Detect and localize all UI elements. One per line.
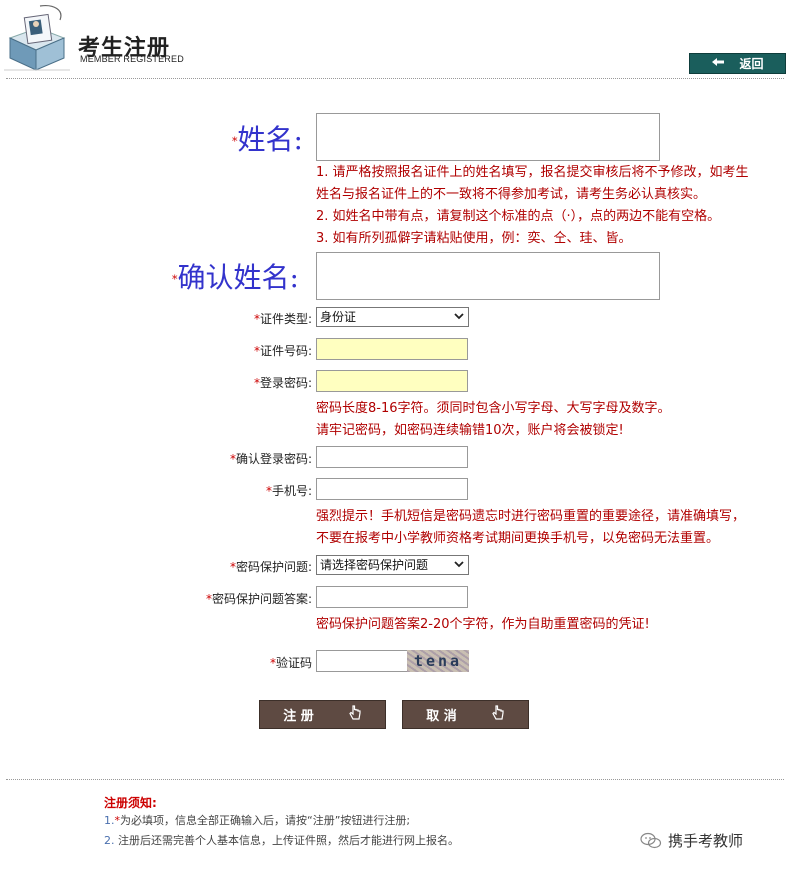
security-answer-label: *密码保护问题答案:: [205, 592, 312, 606]
id-number-label: *证件号码:: [253, 344, 312, 358]
pointer-hand-icon: [491, 704, 505, 725]
name-notes: 1. 请严格按照报名证件上的姓名填写，报名提交审核后将不予修改，如考生 姓名与报…: [316, 165, 749, 246]
security-answer-note: 密码保护问题答案2-20个字符，作为自助重置密码的凭证!: [316, 617, 650, 632]
confirm-name-label: *确认姓名:: [172, 261, 299, 294]
watermark: 携手考教师: [640, 830, 743, 851]
pointer-hand-icon: [348, 704, 362, 725]
phone-input[interactable]: [316, 478, 468, 500]
name-input[interactable]: [316, 113, 660, 161]
captcha-input[interactable]: [316, 650, 408, 672]
id-type-select[interactable]: 身份证: [316, 307, 469, 327]
confirm-password-label: *确认登录密码:: [229, 452, 312, 466]
register-button[interactable]: 注 册: [259, 700, 386, 729]
security-question-select[interactable]: 请选择密码保护问题: [316, 555, 469, 575]
id-number-input[interactable]: [316, 338, 468, 360]
cancel-button[interactable]: 取 消: [402, 700, 529, 729]
captcha-image[interactable]: tena: [407, 650, 469, 672]
footer-line-1: 1.*为必填项，信息全部正确输入后，请按“注册”按钮进行注册;: [104, 814, 411, 827]
password-input[interactable]: [316, 370, 468, 392]
footer-line-2: 2. 注册后还需完善个人基本信息，上传证件照，然后才能进行网上报名。: [104, 834, 459, 847]
wechat-icon: [640, 832, 662, 850]
phone-label: *手机号:: [265, 484, 312, 498]
id-type-label: *证件类型:: [253, 312, 312, 326]
phone-notes: 强烈提示！手机短信是密码遗忘时进行密码重置的重要途径，请准确填写， 不要在报考中…: [316, 509, 746, 546]
captcha-label: *验证码: [269, 656, 312, 670]
back-arrow-icon: [711, 57, 725, 70]
chevron-down-icon: [454, 310, 464, 328]
footer-title: 注册须知:: [104, 796, 157, 810]
password-label: *登录密码:: [253, 376, 312, 390]
footer-divider: [6, 779, 784, 780]
page-header: 考生注册 MEMBER REGISTERED 返回: [0, 0, 789, 80]
confirm-password-input[interactable]: [316, 446, 468, 468]
back-button-label: 返回: [739, 57, 764, 71]
name-label: *姓名:: [232, 123, 303, 156]
back-button[interactable]: 返回: [689, 53, 786, 74]
id-badge-icon: [4, 4, 70, 74]
password-notes: 密码长度8-16字符。须同时包含小写字母、大写字母及数字。 请牢记密码，如密码连…: [316, 401, 671, 438]
confirm-name-input[interactable]: [316, 252, 660, 300]
header-divider: [6, 78, 784, 79]
chevron-down-icon: [454, 558, 464, 576]
security-answer-input[interactable]: [316, 586, 468, 608]
security-question-label: *密码保护问题:: [229, 560, 312, 574]
page-subtitle: MEMBER REGISTERED: [80, 54, 184, 64]
